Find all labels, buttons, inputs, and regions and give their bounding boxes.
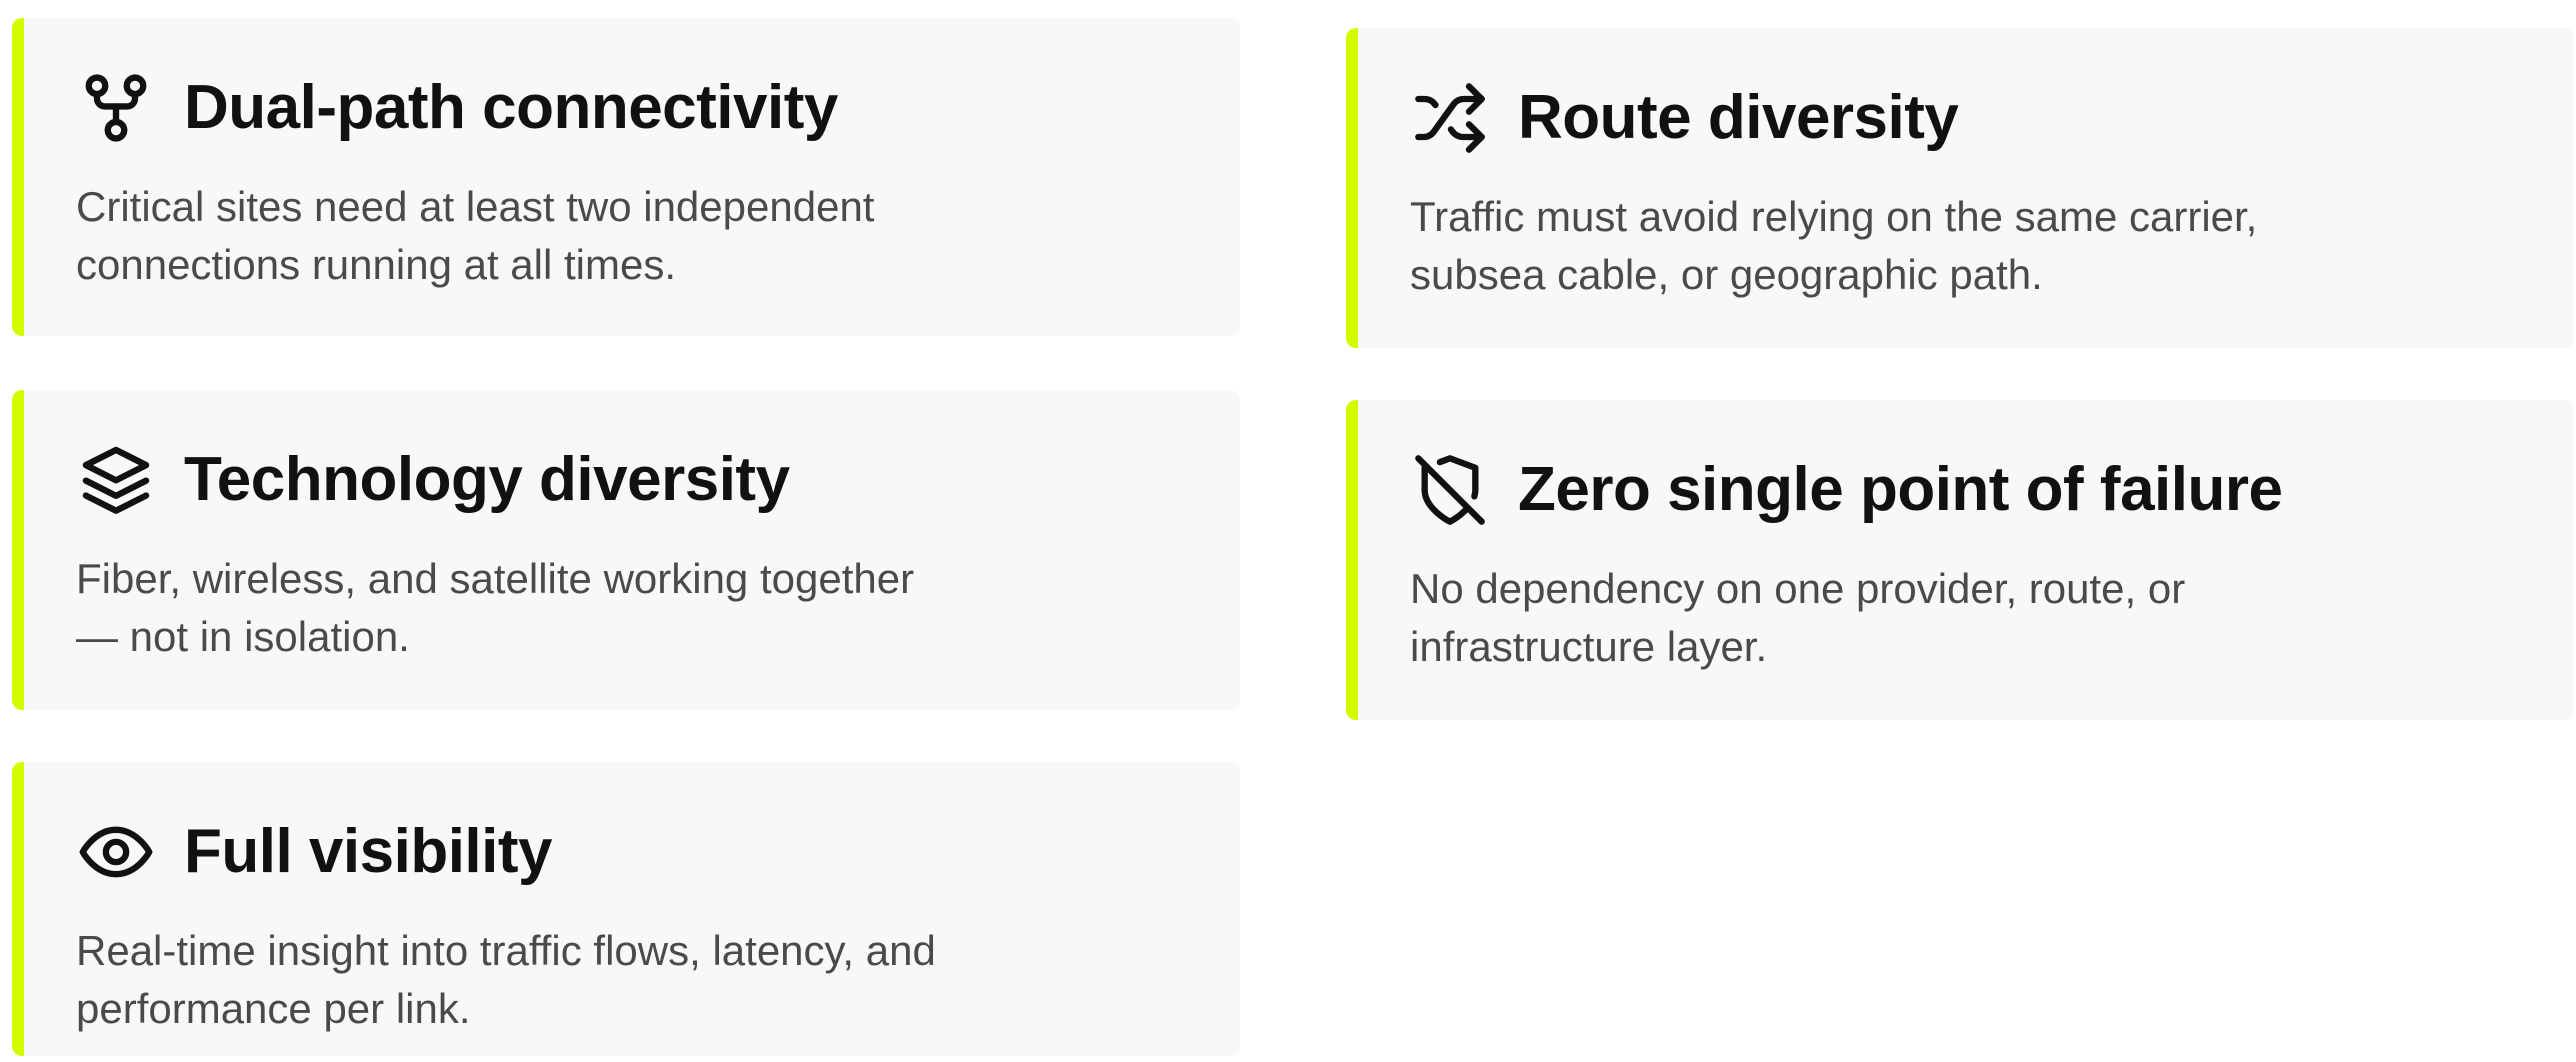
card-title: Zero single point of failure [1518, 455, 2283, 524]
card-description-line: Critical sites need at least two indepen… [76, 183, 875, 230]
card-description-line: infrastructure layer. [1410, 623, 1768, 670]
card-zero-single-point-of-failure: Zero single point of failure No dependen… [1346, 400, 2574, 720]
card-header: Dual-path connectivity [76, 68, 1200, 148]
card-description-line: connections running at all times. [76, 241, 676, 288]
shuffle-icon [1410, 78, 1490, 158]
card-description-line: No dependency on one provider, route, or [1410, 565, 2186, 612]
card-title: Route diversity [1518, 83, 1959, 152]
layers-icon [76, 440, 156, 520]
card-description: No dependency on one provider, route, or… [1410, 560, 2534, 676]
card-description-line: Real-time insight into traffic flows, la… [76, 927, 936, 974]
card-description-line: — not in isolation. [76, 613, 410, 660]
card-technology-diversity: Technology diversity Fiber, wireless, an… [12, 390, 1240, 710]
card-dual-path-connectivity: Dual-path connectivity Critical sites ne… [12, 18, 1240, 336]
card-full-visibility: Full visibility Real-time insight into t… [12, 762, 1240, 1056]
card-title: Technology diversity [184, 445, 790, 514]
card-description-line: performance per link. [76, 985, 471, 1032]
card-header: Route diversity [1410, 78, 2534, 158]
card-description-line: subsea cable, or geographic path. [1410, 251, 2043, 298]
card-description: Real-time insight into traffic flows, la… [76, 922, 1200, 1038]
card-description: Critical sites need at least two indepen… [76, 178, 1200, 294]
card-description: Fiber, wireless, and satellite working t… [76, 550, 1200, 666]
card-title: Full visibility [184, 817, 553, 886]
card-description: Traffic must avoid relying on the same c… [1410, 188, 2534, 304]
shield-off-icon [1410, 450, 1490, 530]
eye-icon [76, 812, 156, 892]
card-header: Technology diversity [76, 440, 1200, 520]
git-fork-icon [76, 68, 156, 148]
card-title: Dual-path connectivity [184, 73, 838, 142]
card-header: Full visibility [76, 812, 1200, 892]
card-header: Zero single point of failure [1410, 450, 2534, 530]
card-description-line: Fiber, wireless, and satellite working t… [76, 555, 915, 602]
card-route-diversity: Route diversity Traffic must avoid relyi… [1346, 28, 2574, 348]
card-description-line: Traffic must avoid relying on the same c… [1410, 193, 2258, 240]
